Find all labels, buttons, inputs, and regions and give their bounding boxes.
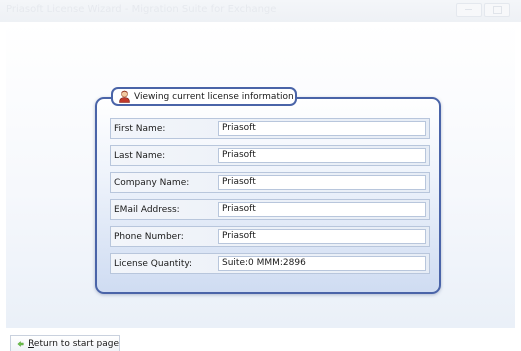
maximize-icon — [493, 6, 502, 14]
minimize-icon — [465, 9, 472, 10]
return-to-start-label: Return to start page — [28, 339, 119, 349]
minimize-button[interactable] — [456, 3, 482, 17]
field-row-license-quantity: License Quantity: Suite:0 MMM:2896 — [110, 253, 430, 274]
license-quantity-label: License Quantity: — [114, 259, 193, 269]
license-fields: First Name: Priasoft Last Name: Priasoft… — [110, 118, 430, 280]
panel-legend: Viewing current license information — [111, 87, 297, 106]
arrow-left-icon — [17, 340, 24, 347]
first-name-label: First Name: — [114, 124, 166, 134]
email-address-value[interactable]: Priasoft — [218, 202, 426, 217]
field-row-company-name: Company Name: Priasoft — [110, 172, 430, 193]
panel-legend-text: Viewing current license information — [134, 91, 294, 102]
return-label-rest: eturn to start page — [33, 338, 119, 349]
maximize-button[interactable] — [484, 3, 510, 17]
return-to-start-button[interactable]: Return to start page — [10, 335, 120, 351]
last-name-value[interactable]: Priasoft — [218, 148, 426, 163]
phone-number-value[interactable]: Priasoft — [218, 229, 426, 244]
title-bar: Priasoft License Wizard - Migration Suit… — [0, 0, 521, 22]
user-license-icon — [119, 90, 130, 103]
field-row-last-name: Last Name: Priasoft — [110, 145, 430, 166]
field-row-phone-number: Phone Number: Priasoft — [110, 226, 430, 247]
window-title: Priasoft License Wizard - Migration Suit… — [6, 4, 277, 15]
last-name-label: Last Name: — [114, 151, 166, 161]
license-quantity-value[interactable]: Suite:0 MMM:2896 — [218, 256, 426, 271]
company-name-label: Company Name: — [114, 178, 190, 188]
company-name-value[interactable]: Priasoft — [218, 175, 426, 190]
email-address-label: EMail Address: — [114, 205, 180, 215]
first-name-value[interactable]: Priasoft — [218, 121, 426, 136]
field-row-email-address: EMail Address: Priasoft — [110, 199, 430, 220]
field-row-first-name: First Name: Priasoft — [110, 118, 430, 139]
phone-number-label: Phone Number: — [114, 232, 184, 242]
